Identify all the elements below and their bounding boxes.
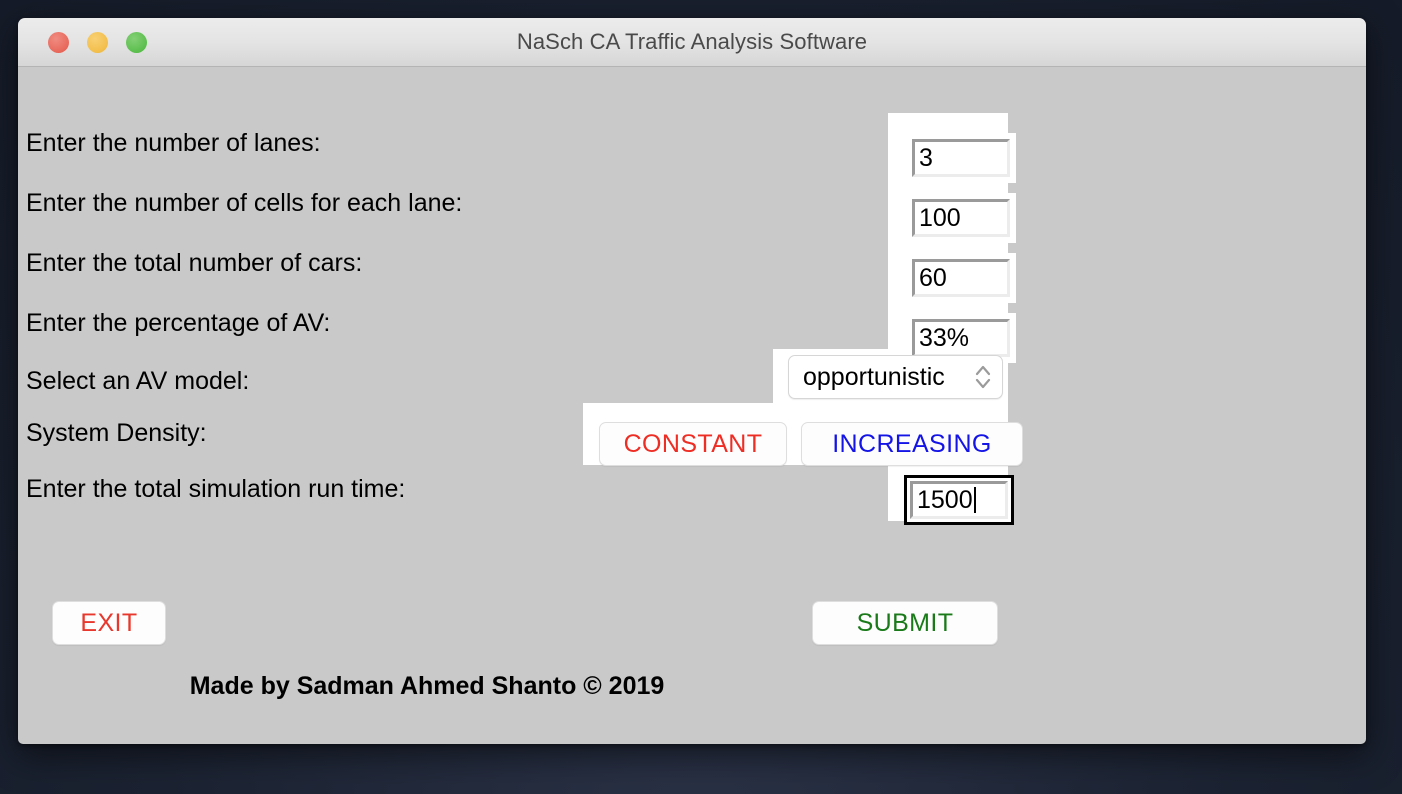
submit-button[interactable]: SUBMIT: [812, 601, 998, 645]
input-cells-per-lane[interactable]: 100: [912, 199, 1010, 237]
input-cells-per-lane-wrapper[interactable]: 100: [906, 193, 1016, 243]
window-title: NaSch CA Traffic Analysis Software: [516, 29, 868, 54]
dropdown-av-model-value: opportunistic: [803, 362, 945, 391]
input-total-number-of-cars[interactable]: 60: [912, 259, 1010, 297]
label-system-density: System Density:: [26, 419, 207, 447]
exit-button[interactable]: EXIT: [52, 601, 166, 645]
input-number-of-lanes[interactable]: 3: [912, 139, 1010, 177]
dropdown-av-model[interactable]: opportunistic: [788, 355, 1003, 399]
input-simulation-run-time-value: 1500: [917, 485, 973, 514]
label-cells-per-lane: Enter the number of cells for each lane:: [26, 189, 463, 217]
maximize-button-icon[interactable]: [126, 31, 147, 53]
form-container: Enter the number of lanes: 3 Enter the n…: [18, 67, 1366, 744]
chevron-up-down-icon: [974, 362, 992, 392]
label-number-of-lanes: Enter the number of lanes:: [26, 129, 321, 157]
footer-credit: Made by Sadman Ahmed Shanto © 2019: [18, 672, 1366, 701]
input-simulation-run-time-wrapper[interactable]: 1500: [904, 475, 1014, 525]
label-percentage-of-av: Enter the percentage of AV:: [26, 309, 331, 337]
input-number-of-lanes-wrapper[interactable]: 3: [906, 133, 1016, 183]
button-density-constant[interactable]: CONSTANT: [599, 422, 787, 466]
input-percentage-of-av[interactable]: 33%: [912, 319, 1010, 357]
close-button-icon[interactable]: [48, 31, 69, 53]
footer-credit-text: Made by Sadman Ahmed Shanto © 2019: [189, 672, 665, 700]
input-total-number-of-cars-wrapper[interactable]: 60: [906, 253, 1016, 303]
label-select-av-model: Select an AV model:: [26, 367, 250, 395]
label-total-number-of-cars: Enter the total number of cars:: [26, 249, 363, 277]
label-simulation-run-time: Enter the total simulation run time:: [26, 475, 406, 503]
button-density-increasing[interactable]: INCREASING: [801, 422, 1023, 466]
application-window: NaSch CA Traffic Analysis Software Enter…: [18, 18, 1366, 744]
minimize-button-icon[interactable]: [87, 31, 108, 53]
input-simulation-run-time[interactable]: 1500: [910, 481, 1008, 519]
text-caret: [973, 487, 976, 513]
title-bar[interactable]: NaSch CA Traffic Analysis Software: [18, 18, 1366, 67]
window-controls: [48, 18, 147, 66]
